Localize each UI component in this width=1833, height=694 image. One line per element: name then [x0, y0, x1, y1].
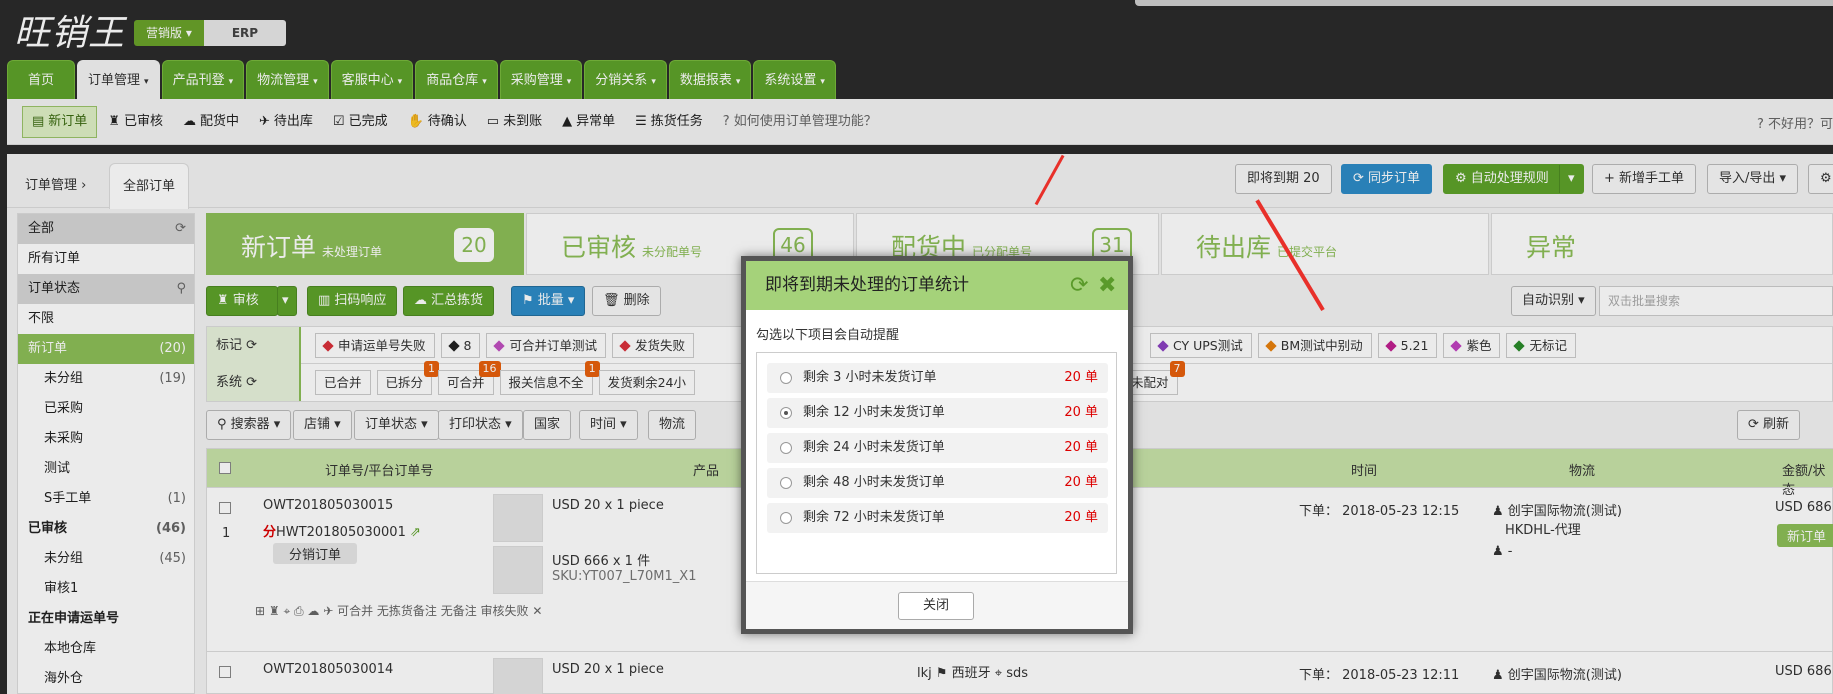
modal-header: 即将到期未处理的订单统计 ⟳ ✖	[746, 261, 1128, 310]
radio-button[interactable]	[780, 442, 792, 454]
reminder-option-1[interactable]: 剩余 12 小时未发货订单 20 单	[767, 398, 1108, 428]
modal-subtitle: 勾选以下项目会自动提醒	[756, 328, 900, 343]
modal-footer: 关闭	[746, 581, 1128, 629]
reminder-option-0[interactable]: 剩余 3 小时未发货订单 20 单	[767, 363, 1108, 393]
option-label: 剩余 12 小时未发货订单	[803, 405, 945, 420]
reminder-option-2[interactable]: 剩余 24 小时未发货订单 20 单	[767, 433, 1108, 463]
refresh-icon[interactable]: ⟳	[1070, 261, 1088, 310]
modal-title: 即将到期未处理的订单统计	[765, 275, 969, 295]
radio-button[interactable]	[780, 372, 792, 384]
option-label: 剩余 72 小时未发货订单	[803, 510, 945, 525]
reminder-option-3[interactable]: 剩余 48 小时未发货订单 20 单	[767, 468, 1108, 498]
radio-button[interactable]	[780, 512, 792, 524]
expiring-orders-modal: 即将到期未处理的订单统计 ⟳ ✖ 勾选以下项目会自动提醒 剩余 3 小时未发货订…	[741, 256, 1133, 634]
option-label: 剩余 3 小时未发货订单	[803, 370, 937, 385]
option-count: 20 单	[1064, 510, 1098, 525]
close-button[interactable]: 关闭	[898, 592, 974, 620]
option-label: 剩余 48 小时未发货订单	[803, 475, 945, 490]
option-count: 20 单	[1064, 370, 1098, 385]
option-count: 20 单	[1064, 440, 1098, 455]
option-count: 20 单	[1064, 475, 1098, 490]
option-label: 剩余 24 小时未发货订单	[803, 440, 945, 455]
modal-body: 勾选以下项目会自动提醒 剩余 3 小时未发货订单 20 单剩余 12 小时未发货订…	[746, 310, 1128, 629]
option-count: 20 单	[1064, 405, 1098, 420]
radio-button[interactable]	[780, 477, 792, 489]
reminder-option-4[interactable]: 剩余 72 小时未发货订单 20 单	[767, 503, 1108, 533]
close-icon[interactable]: ✖	[1098, 261, 1116, 310]
reminder-options: 剩余 3 小时未发货订单 20 单剩余 12 小时未发货订单 20 单剩余 24 小…	[756, 352, 1117, 574]
radio-button[interactable]	[780, 407, 792, 419]
